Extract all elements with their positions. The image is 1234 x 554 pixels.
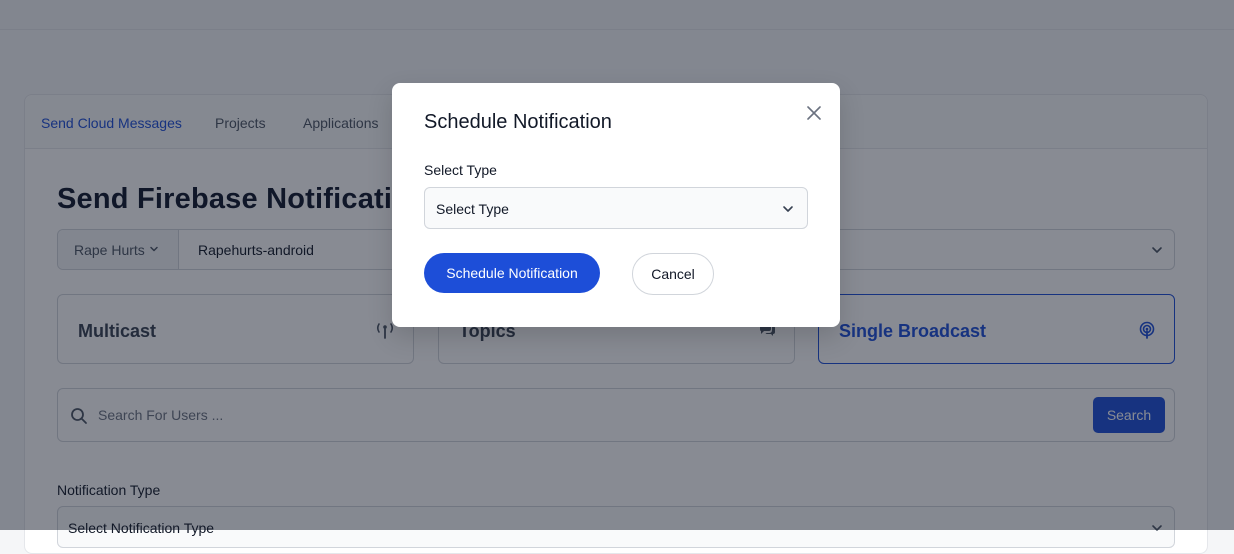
select-type-label: Select Type — [424, 162, 497, 178]
close-button[interactable] — [802, 101, 826, 125]
select-type-dropdown[interactable]: Select Type — [424, 187, 808, 229]
chevron-down-icon — [783, 206, 793, 212]
schedule-notification-button[interactable]: Schedule Notification — [424, 253, 600, 293]
schedule-notification-modal: Schedule Notification Select Type Select… — [392, 83, 840, 327]
close-icon — [807, 106, 821, 120]
cancel-button[interactable]: Cancel — [632, 253, 714, 295]
modal-title: Schedule Notification — [424, 111, 612, 133]
select-type-value: Select Type — [436, 201, 509, 217]
